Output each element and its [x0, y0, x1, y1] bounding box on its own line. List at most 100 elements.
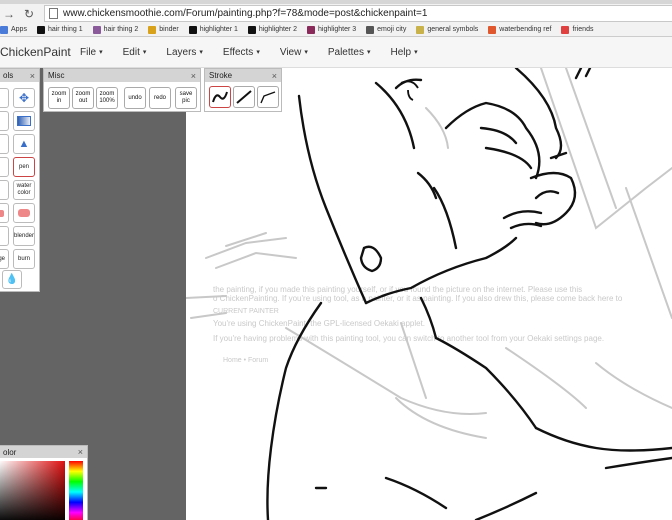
bookmark-favicon-icon: [307, 25, 315, 34]
app-menubar: ChickenPaint File ▾ Edit ▾ Layers ▾ Effects…: [0, 37, 672, 68]
tool-watercolor[interactable]: water color: [13, 180, 35, 200]
menu-view[interactable]: View ▾: [280, 47, 308, 58]
menu-help[interactable]: Help ▾: [391, 47, 418, 58]
color-palette-title: olor: [3, 447, 17, 457]
zoom-100-button[interactable]: zoom 100%: [96, 87, 118, 109]
bookmark-item[interactable]: emoji city: [366, 25, 406, 34]
tool-blender[interactable]: blender: [13, 226, 35, 246]
back-arrow-icon[interactable]: →: [2, 6, 16, 22]
color-palette: olor ×: [0, 445, 88, 520]
tool-burn[interactable]: burn: [13, 249, 35, 269]
zoom-out-label: zoom out: [75, 91, 91, 104]
bookmark-favicon-icon: [247, 25, 256, 34]
redo-label: redo: [153, 94, 166, 101]
tool-burn-label: burn: [17, 255, 30, 262]
tool-eraser-soft[interactable]: [0, 203, 9, 223]
bookmark-favicon-icon: [488, 25, 497, 34]
curve-stroke-icon: [260, 91, 276, 104]
close-icon[interactable]: ×: [30, 71, 35, 81]
address-row: → ↻ www.chickensmoothie.com/Forum/painti…: [0, 4, 672, 23]
tool-eraser[interactable]: [13, 203, 35, 223]
menu-file[interactable]: File ▾: [80, 47, 103, 58]
zoom-in-label: zoom in: [51, 91, 67, 104]
tool-lasso[interactable]: [0, 111, 9, 131]
tool-gradient[interactable]: [13, 111, 35, 131]
zoom-in-button[interactable]: zoom in: [48, 87, 70, 109]
bookmark-label: general symbols: [427, 26, 479, 33]
url-text: www.chickensmoothie.com/Forum/painting.p…: [63, 8, 428, 19]
tool-fill[interactable]: ▲: [13, 134, 35, 154]
caret-down-icon: ▾: [199, 49, 203, 56]
stroke-palette-title: Stroke: [209, 71, 233, 80]
bookmark-favicon-icon: [92, 25, 101, 34]
bookmark-item[interactable]: waterbending ref: [488, 25, 551, 34]
page-icon: [49, 8, 58, 19]
stroke-curve-button[interactable]: [257, 86, 279, 108]
bookmark-favicon-icon: [188, 25, 197, 34]
address-bar[interactable]: www.chickensmoothie.com/Forum/painting.p…: [44, 5, 672, 22]
bookmark-favicon-icon: [0, 25, 8, 34]
undo-label: undo: [128, 94, 142, 101]
tool-pen[interactable]: pen: [13, 157, 35, 177]
line-stroke-icon: [236, 90, 252, 104]
bookmark-item[interactable]: general symbols: [416, 25, 479, 34]
hue-slider[interactable]: [69, 461, 83, 520]
tool-move[interactable]: ✥: [13, 88, 35, 108]
save-pic-label: save pic: [179, 91, 193, 104]
caret-down-icon: ▾: [414, 49, 418, 56]
tool-blur[interactable]: 💧: [2, 270, 22, 289]
tool-eyedropper[interactable]: [0, 134, 9, 154]
undo-button[interactable]: undo: [124, 87, 146, 109]
menu-help-label: Help: [390, 46, 412, 58]
tool-airbrush[interactable]: [0, 180, 9, 200]
close-icon[interactable]: ×: [78, 447, 83, 457]
tool-smudge[interactable]: [0, 226, 9, 246]
app-title: ChickenPaint: [0, 45, 71, 59]
menu-effects[interactable]: Effects ▾: [223, 47, 260, 58]
drawing-canvas[interactable]: the painting, if you made this painting …: [186, 68, 672, 520]
reload-icon[interactable]: ↻: [22, 6, 36, 22]
bookmark-favicon-icon: [36, 25, 45, 34]
close-icon[interactable]: ×: [191, 71, 196, 81]
zoom-out-button[interactable]: zoom out: [72, 87, 94, 109]
color-palette-header: olor ×: [0, 446, 87, 458]
bookmark-item[interactable]: highlighter 2: [247, 25, 297, 34]
gradient-icon: [17, 116, 31, 126]
bookmark-item[interactable]: highlighter 1: [188, 25, 238, 34]
eraser-icon: [18, 209, 30, 217]
tools-palette-title: ols: [3, 71, 14, 80]
tools-palette-header: ols ×: [0, 69, 39, 82]
stroke-freehand-button[interactable]: [209, 86, 231, 108]
tools-palette: ols × ✥ ▲ pen water color blender dge bu…: [0, 68, 40, 292]
caret-down-icon: ▾: [256, 49, 260, 56]
menu-palettes[interactable]: Palettes ▾: [328, 47, 371, 58]
bookmark-item[interactable]: hair thing 2: [92, 25, 139, 34]
bookmark-item[interactable]: binder: [148, 25, 179, 34]
bookmark-item[interactable]: highlighter 3: [307, 25, 357, 34]
redo-button[interactable]: redo: [149, 87, 171, 109]
tool-pen-label: pen: [18, 163, 29, 170]
bookmark-label: friends: [572, 26, 594, 33]
bookmark-label: highlighter 3: [318, 26, 357, 33]
stroke-line-button[interactable]: [233, 86, 255, 108]
color-saturation-field[interactable]: [0, 461, 65, 520]
bookmark-item[interactable]: Apps: [0, 25, 27, 34]
bookmark-label: hair thing 2: [103, 26, 139, 33]
bookmark-label: highlighter 2: [258, 26, 297, 33]
menu-layers[interactable]: Layers ▾: [166, 47, 203, 58]
tool-dodge[interactable]: dge: [0, 249, 9, 269]
close-icon[interactable]: ×: [272, 71, 277, 81]
bookmark-label: highlighter 1: [199, 26, 238, 33]
move-icon: ✥: [18, 90, 30, 105]
save-pic-button[interactable]: save pic: [175, 87, 197, 109]
tool-pencil[interactable]: [0, 157, 9, 177]
bookmark-label: hair thing 1: [47, 26, 83, 33]
fill-bucket-icon: ▲: [18, 137, 30, 150]
tool-select[interactable]: [0, 88, 9, 108]
bookmark-item[interactable]: hair thing 1: [36, 25, 83, 34]
menu-edit[interactable]: Edit ▾: [123, 47, 147, 58]
stroke-palette: Stroke ×: [204, 68, 282, 112]
tool-dodge-label: dge: [0, 255, 5, 262]
bookmark-item[interactable]: friends: [561, 25, 594, 34]
tool-watercolor-label: water color: [16, 183, 32, 196]
